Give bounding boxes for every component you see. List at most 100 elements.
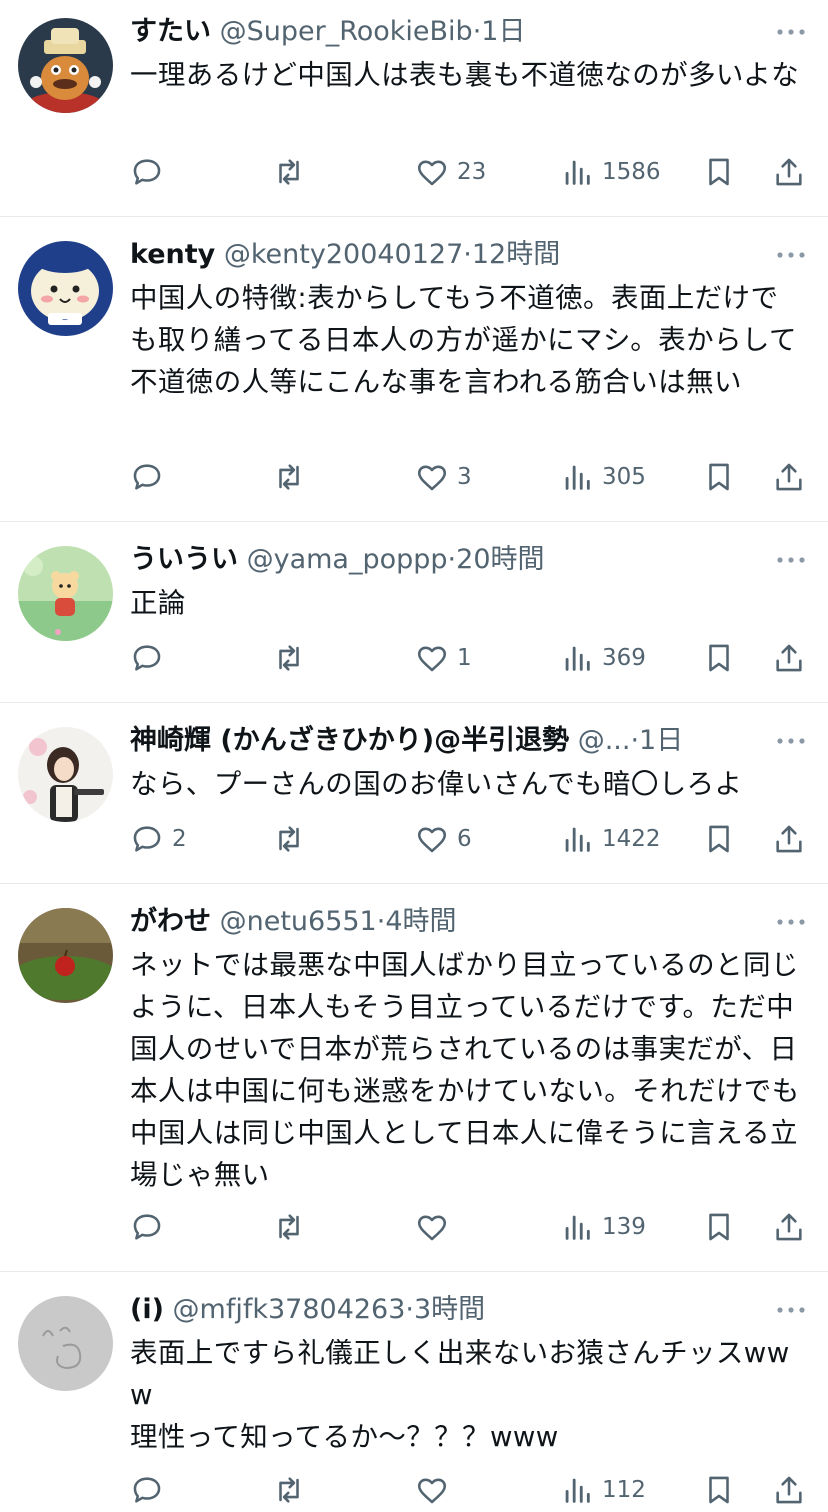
action-bar: 2 6 1422 xyxy=(0,817,828,861)
like-button[interactable] xyxy=(415,1468,457,1512)
like-button[interactable]: 3 xyxy=(415,455,472,499)
tweet[interactable]: (i) @mfjfk37804263·3時間 表面上ですら礼儀正しく出来ないお猿… xyxy=(0,1272,828,1504)
more-icon[interactable] xyxy=(774,22,808,42)
views-button[interactable]: 1422 xyxy=(560,817,661,861)
display-name[interactable]: (i) xyxy=(130,1294,164,1325)
tweet-header: (i) @mfjfk37804263·3時間 xyxy=(130,1290,768,1330)
avatar[interactable] xyxy=(18,1296,113,1391)
user-handle[interactable]: @netu6551 xyxy=(220,906,377,937)
user-handle[interactable]: @... xyxy=(578,725,631,756)
reply-button[interactable]: 2 xyxy=(130,817,187,861)
tweet-text: 正論 xyxy=(130,587,186,619)
retweet-button[interactable] xyxy=(272,1468,314,1512)
timestamp[interactable]: 20時間 xyxy=(456,544,544,575)
retweet-icon xyxy=(279,1477,299,1503)
share-button[interactable] xyxy=(772,817,806,861)
like-button[interactable] xyxy=(415,1205,457,1249)
reply-button[interactable] xyxy=(130,1205,172,1249)
share-button[interactable] xyxy=(772,1205,806,1249)
heart-icon xyxy=(417,1478,447,1504)
view-count: 1586 xyxy=(602,159,661,185)
retweet-button[interactable] xyxy=(272,150,314,194)
views-button[interactable]: 1586 xyxy=(560,150,661,194)
retweet-button[interactable] xyxy=(272,455,314,499)
more-icon[interactable] xyxy=(774,550,808,570)
reply-count: 2 xyxy=(172,826,187,852)
more-icon[interactable] xyxy=(774,731,808,751)
retweet-button[interactable] xyxy=(272,817,314,861)
retweet-button[interactable] xyxy=(272,636,314,680)
like-button[interactable]: 1 xyxy=(415,636,472,680)
share-button[interactable] xyxy=(772,150,806,194)
views-button[interactable]: 305 xyxy=(560,455,646,499)
timestamp[interactable]: 4時間 xyxy=(385,906,456,937)
bookmark-button[interactable] xyxy=(702,636,736,680)
tweet[interactable]: ういうい @yama_poppp·20時間 正論 1 369 xyxy=(0,522,828,703)
svg-text:~: ~ xyxy=(62,315,69,324)
separator-dot: · xyxy=(472,16,482,47)
bookmark-icon xyxy=(709,1476,729,1504)
retweet-icon xyxy=(279,826,299,852)
action-bar: 139 xyxy=(0,1205,828,1249)
reply-button[interactable] xyxy=(130,150,172,194)
timestamp[interactable]: 1日 xyxy=(481,16,525,47)
more-icon[interactable] xyxy=(774,912,808,932)
reply-button[interactable] xyxy=(130,455,172,499)
tweet[interactable]: ~ kenty @kenty20040127·12時間 中国人の特徴:表からして… xyxy=(0,217,828,522)
views-button[interactable]: 139 xyxy=(560,1205,646,1249)
timestamp[interactable]: 1日 xyxy=(639,725,683,756)
tweet[interactable]: 神崎輝 (かんざきひかり)@半引退勢 @...·1日 なら、プーさんの国のお偉い… xyxy=(0,703,828,884)
like-button[interactable]: 6 xyxy=(415,817,472,861)
more-icon[interactable] xyxy=(774,1300,808,1320)
user-handle[interactable]: @yama_poppp xyxy=(247,544,448,575)
bookmark-icon xyxy=(709,463,729,491)
bookmark-button[interactable] xyxy=(702,455,736,499)
reply-icon xyxy=(133,159,161,185)
tweet-text: ネットでは最悪な中国人ばかり目立っているのと同じように、日本人もそう目立っている… xyxy=(130,949,800,1191)
bookmark-button[interactable] xyxy=(702,1205,736,1249)
user-handle[interactable]: @Super_RookieBib xyxy=(220,16,473,47)
reply-button[interactable] xyxy=(130,636,172,680)
tweet-header: すたい @Super_RookieBib·1日 xyxy=(130,12,768,52)
views-button[interactable]: 112 xyxy=(560,1468,646,1512)
timestamp[interactable]: 3時間 xyxy=(414,1294,485,1325)
display-name[interactable]: kenty xyxy=(130,239,215,270)
action-bar: 3 305 xyxy=(0,455,828,499)
tweet-text: 表面上ですら礼儀正しく出来ないお猿さんチッスwww 理性って知ってるか～？？？w… xyxy=(130,1337,790,1453)
views-icon xyxy=(565,160,590,185)
display-name[interactable]: 神崎輝 (かんざきひかり)@半引退勢 xyxy=(130,725,569,756)
share-icon xyxy=(776,158,802,186)
avatar[interactable] xyxy=(18,546,113,641)
share-button[interactable] xyxy=(772,636,806,680)
bookmark-button[interactable] xyxy=(702,1468,736,1512)
more-icon[interactable] xyxy=(774,245,808,265)
display-name[interactable]: すたい xyxy=(130,16,211,47)
bookmark-button[interactable] xyxy=(702,817,736,861)
avatar[interactable] xyxy=(18,18,113,113)
views-icon xyxy=(565,1215,590,1240)
views-button[interactable]: 369 xyxy=(560,636,646,680)
timestamp[interactable]: 12時間 xyxy=(472,239,560,270)
tweet[interactable]: すたい @Super_RookieBib·1日 一理あるけど中国人は表も裏も不道… xyxy=(0,0,828,217)
retweet-button[interactable] xyxy=(272,1205,314,1249)
tweet-text: なら、プーさんの国のお偉いさんでも暗〇しろよ xyxy=(130,768,743,800)
avatar[interactable] xyxy=(18,727,113,822)
bookmark-button[interactable] xyxy=(702,150,736,194)
avatar[interactable]: ~ xyxy=(18,241,113,336)
display-name[interactable]: ういうい xyxy=(130,544,238,575)
share-button[interactable] xyxy=(772,455,806,499)
avatar[interactable] xyxy=(18,908,113,1003)
reply-icon xyxy=(133,1214,161,1240)
display-name[interactable]: がわせ xyxy=(130,906,211,937)
like-button[interactable]: 23 xyxy=(415,150,486,194)
like-count: 6 xyxy=(457,826,472,852)
user-handle[interactable]: @mfjfk37804263 xyxy=(173,1294,406,1325)
reply-button[interactable] xyxy=(130,1468,172,1512)
user-handle[interactable]: @kenty20040127 xyxy=(224,239,463,270)
tweet-header: kenty @kenty20040127·12時間 xyxy=(130,235,768,275)
view-count: 369 xyxy=(602,645,646,671)
retweet-icon xyxy=(279,464,299,490)
tweet[interactable]: がわせ @netu6551·4時間 ネットでは最悪な中国人ばかり目立っているのと… xyxy=(0,884,828,1272)
share-button[interactable] xyxy=(772,1468,806,1512)
views-icon xyxy=(565,827,590,852)
